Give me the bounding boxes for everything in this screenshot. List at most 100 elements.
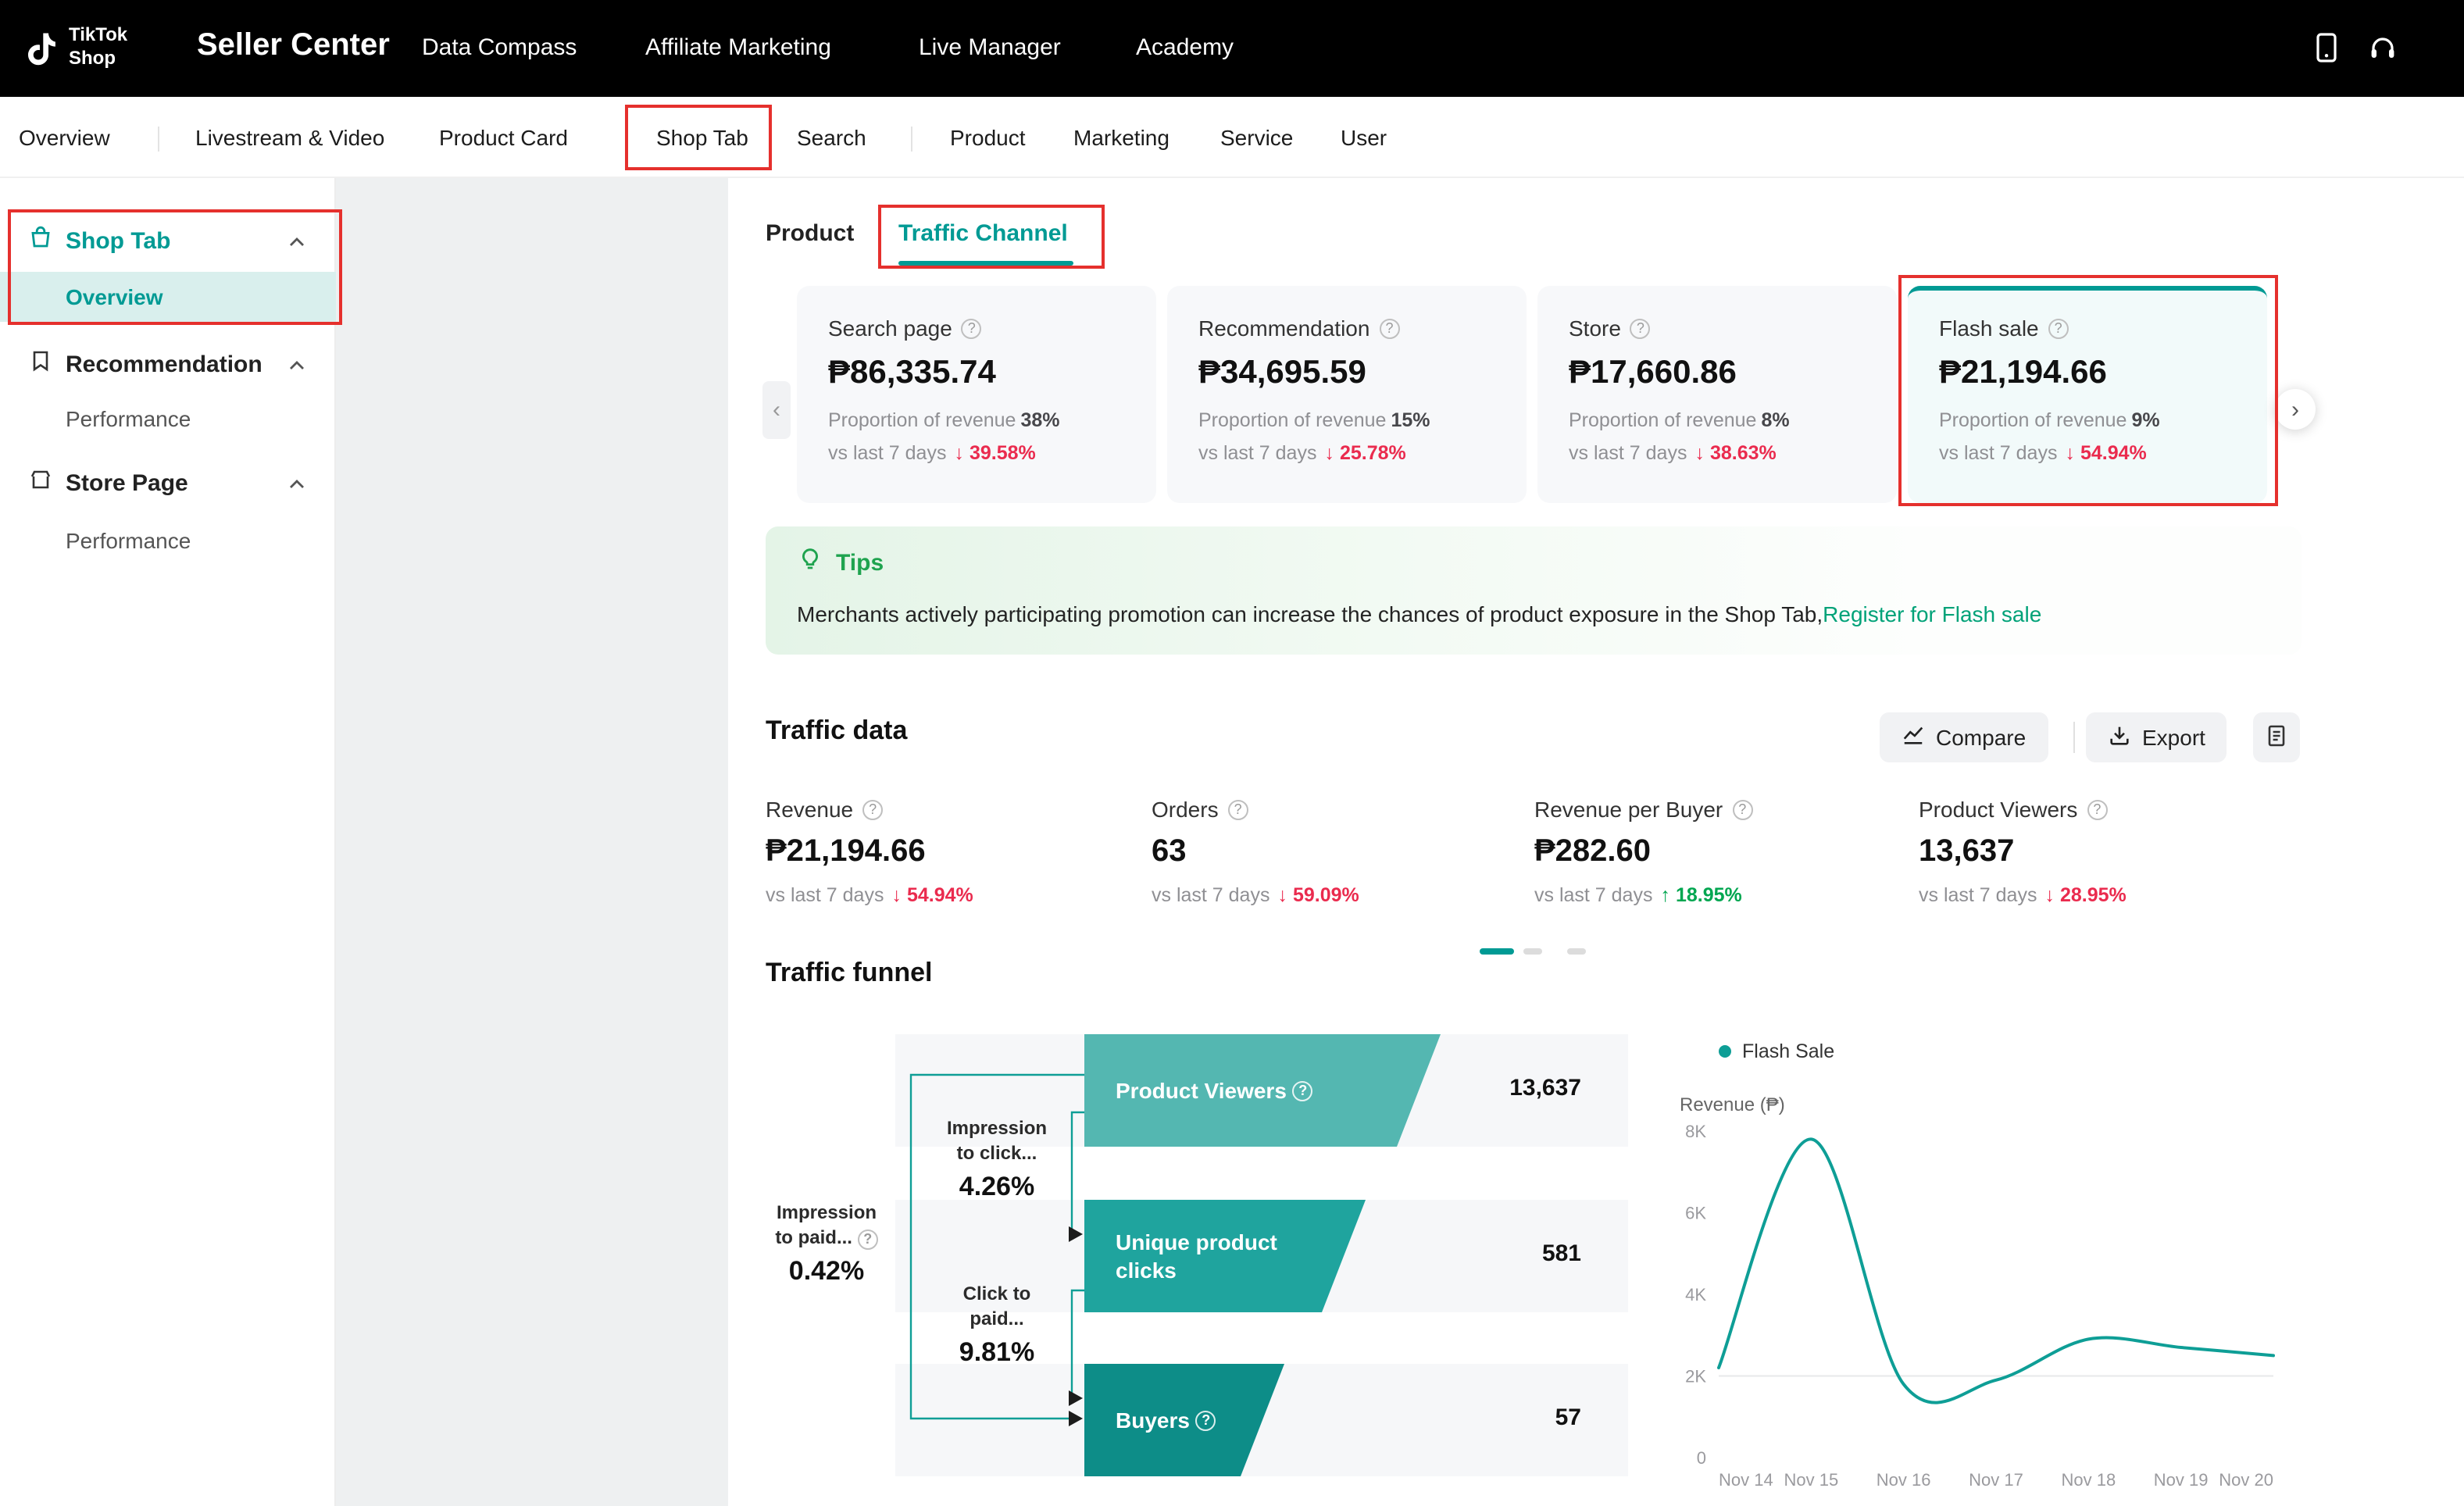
svg-text:2K: 2K	[1685, 1367, 1706, 1386]
sidebar-item-store-page[interactable]: Store Page	[0, 459, 336, 506]
delta: ↓ 28.95%	[2044, 884, 2126, 906]
help-icon[interactable]	[962, 318, 982, 338]
channel-card-store[interactable]: Store ₱17,660.86 Proportion of revenue8%…	[1537, 286, 1897, 503]
sidebar-item-shop-tab-overview[interactable]: Overview	[0, 272, 336, 322]
sidebar-item-recommendation[interactable]: Recommendation	[0, 341, 336, 387]
tips-text: Merchants actively participating promoti…	[797, 601, 1823, 626]
subnav-livestream-video[interactable]: Livestream & Video	[195, 125, 384, 150]
help-icon[interactable]	[1379, 318, 1399, 338]
channel-revenue: ₱86,335.74	[828, 355, 1125, 392]
topnav-data-compass[interactable]: Data Compass	[422, 34, 577, 61]
sidebar-item-store-page-performance[interactable]: Performance	[0, 516, 336, 566]
chevron-up-icon	[289, 227, 305, 255]
metric-name: Revenue	[766, 797, 853, 822]
metric-value: 63	[1152, 834, 1511, 870]
vs-label: vs last 7 days	[1534, 884, 1652, 906]
topnav-live-manager[interactable]: Live Manager	[919, 34, 1061, 61]
svg-text:4K: 4K	[1685, 1285, 1706, 1304]
channel-revenue: ₱34,695.59	[1198, 355, 1495, 392]
help-icon[interactable]	[2048, 318, 2069, 338]
svg-text:6K: 6K	[1685, 1204, 1706, 1223]
proportion-label: Proportion of revenue	[1939, 409, 2127, 431]
rate-value: 0.42%	[756, 1256, 897, 1287]
seller-center-app: TikTok Shop Seller Center Data Compass A…	[0, 0, 2464, 1506]
vs-last-7-days: vs last 7 days↓ 25.78%	[1198, 442, 1495, 464]
tiktok-shop-brand[interactable]: TikTok Shop	[69, 23, 127, 70]
help-icon[interactable]	[1196, 1410, 1216, 1430]
register-flash-sale-link[interactable]: Register for Flash sale	[1823, 601, 2041, 626]
sidebar-item-shop-tab[interactable]: Shop Tab	[0, 217, 336, 264]
delta: ↓ 39.58%	[954, 442, 1035, 464]
sidebar-item-label: Store Page	[66, 469, 188, 496]
vs-label: vs last 7 days	[766, 884, 884, 906]
vs-label: vs last 7 days	[828, 442, 946, 464]
revenue-line-chart: 8K6K4K2K0Nov 14Nov 15Nov 16Nov 17Nov 18N…	[1672, 1015, 2312, 1506]
proportion-value: 38%	[1020, 409, 1059, 431]
svg-text:Nov 18: Nov 18	[2061, 1470, 2116, 1490]
metric-value: ₱282.60	[1534, 834, 1894, 870]
recommendation-icon	[28, 348, 53, 380]
pagination-dash-2[interactable]	[1523, 948, 1542, 955]
pagination-dash-1[interactable]	[1480, 948, 1514, 955]
tiktok-logo-icon[interactable]	[22, 27, 62, 78]
delta-arrow: ↓	[1694, 442, 1705, 464]
topnav-academy[interactable]: Academy	[1136, 34, 1234, 61]
delta: ↓ 59.09%	[1277, 884, 1359, 906]
help-icon[interactable]	[862, 799, 883, 819]
subnav-search[interactable]: Search	[797, 125, 866, 150]
content-gutter	[336, 178, 728, 1506]
compare-button[interactable]: Compare	[1880, 712, 2048, 762]
tab-product[interactable]: Product	[766, 220, 854, 247]
brand-line2: Shop	[69, 47, 127, 70]
funnel-stage-unique-product-clicks: Unique product clicks	[1084, 1200, 1366, 1312]
channel-card-flash-sale[interactable]: Flash sale ₱21,194.66 Proportion of reve…	[1908, 286, 2267, 503]
mobile-device-icon[interactable]	[2311, 31, 2342, 73]
carousel-next-button[interactable]: ›	[2275, 389, 2316, 430]
delta-arrow: ↓	[1324, 442, 1334, 464]
metric-label: Revenue	[766, 797, 1125, 822]
delta: ↓ 54.94%	[2065, 442, 2146, 464]
help-icon[interactable]	[1630, 318, 1651, 338]
subnav-user[interactable]: User	[1341, 125, 1387, 150]
delta-arrow: ↓	[1277, 884, 1287, 906]
funnel-stage-label: Unique product clicks	[1116, 1228, 1291, 1284]
vs-last-7-days: vs last 7 days↓ 54.94%	[766, 884, 1125, 906]
pagination-dash-3[interactable]	[1567, 948, 1586, 955]
svg-text:0: 0	[1697, 1448, 1706, 1468]
vs-last-7-days: vs last 7 days↓ 38.63%	[1569, 442, 1866, 464]
channel-name: Recommendation	[1198, 316, 1369, 341]
delta-value: 54.94%	[907, 884, 973, 906]
channel-card-title: Recommendation	[1198, 316, 1495, 341]
help-icon[interactable]	[1228, 799, 1248, 819]
subnav-shop-tab[interactable]: Shop Tab	[656, 125, 748, 150]
subnav-overview[interactable]: Overview	[19, 125, 110, 150]
sidebar-item-label: Recommendation	[66, 351, 262, 377]
subnav-product-card[interactable]: Product Card	[439, 125, 568, 150]
proportion-of-revenue: Proportion of revenue9%	[1939, 409, 2236, 431]
support-headset-icon[interactable]	[2367, 31, 2398, 73]
rate-label-line2: to paid...	[756, 1225, 897, 1250]
shop-bag-icon	[28, 224, 53, 257]
proportion-label: Proportion of revenue	[1198, 409, 1386, 431]
subnav-marketing[interactable]: Marketing	[1073, 125, 1170, 150]
help-icon[interactable]	[1293, 1080, 1313, 1101]
help-icon[interactable]	[858, 1229, 878, 1250]
channel-card-recommendation[interactable]: Recommendation ₱34,695.59 Proportion of …	[1167, 286, 1527, 503]
report-button[interactable]	[2253, 712, 2300, 762]
sidebar-item-recommendation-performance[interactable]: Performance	[0, 394, 336, 444]
metric-revenue-per-buyer: Revenue per Buyer ₱282.60 vs last 7 days…	[1534, 797, 1894, 906]
help-icon[interactable]	[2087, 799, 2107, 819]
help-icon[interactable]	[1732, 799, 1752, 819]
carousel-prev-button[interactable]: ‹	[762, 381, 791, 439]
channel-card-title: Search page	[828, 316, 1125, 341]
subnav-service[interactable]: Service	[1220, 125, 1293, 150]
subnav-divider	[911, 127, 912, 152]
topnav-affiliate-marketing[interactable]: Affiliate Marketing	[645, 34, 831, 61]
proportion-of-revenue: Proportion of revenue15%	[1198, 409, 1495, 431]
tab-traffic-channel[interactable]: Traffic Channel	[898, 220, 1068, 247]
traffic-data-title: Traffic data	[766, 716, 907, 747]
subnav-product[interactable]: Product	[950, 125, 1026, 150]
export-button[interactable]: Export	[2086, 712, 2227, 762]
toolbar-divider	[2073, 722, 2075, 753]
channel-card-search-page[interactable]: Search page ₱86,335.74 Proportion of rev…	[797, 286, 1156, 503]
